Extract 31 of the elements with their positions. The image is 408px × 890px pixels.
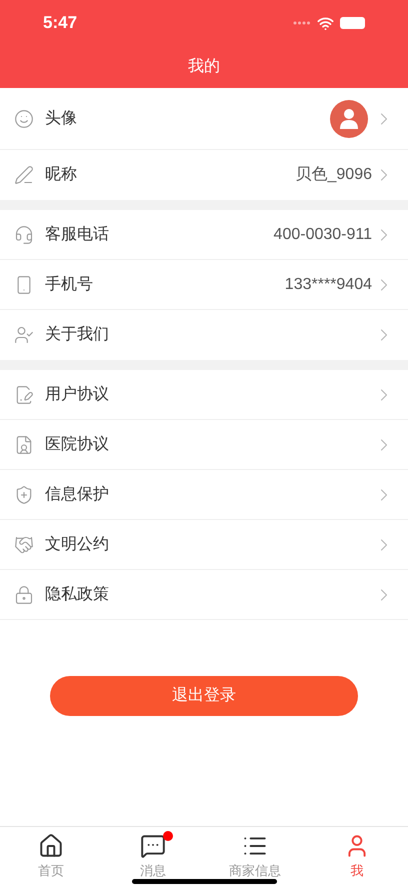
- avatar: [330, 100, 368, 138]
- row-label: 医院协议: [45, 434, 109, 454]
- signal-icon: [293, 21, 311, 25]
- pencil-icon: [14, 165, 34, 185]
- chat-icon: [140, 833, 166, 859]
- row-label: 客服电话: [45, 224, 109, 244]
- row-value: 贝色_9096: [296, 165, 372, 185]
- wifi-icon: [317, 14, 334, 32]
- row-label: 关于我们: [45, 324, 109, 345]
- row-value: 400-0030-911: [274, 224, 372, 244]
- person-icon: [14, 325, 34, 345]
- status-time: 5:47: [43, 12, 78, 34]
- handshake-icon: [14, 534, 34, 554]
- row-label: 头像: [45, 108, 77, 128]
- row-value: 133****9404: [284, 274, 372, 294]
- home-icon: [38, 833, 64, 859]
- document-icon: [14, 434, 34, 454]
- smiley-icon: [14, 108, 34, 128]
- row-label: 隐私政策: [45, 584, 109, 604]
- row-label: 信息保护: [45, 484, 109, 504]
- page-title: 我的: [188, 56, 220, 77]
- row-label: 用户协议: [45, 384, 109, 404]
- lock-icon: [14, 584, 34, 604]
- tab[interactable]: 我: [306, 827, 408, 890]
- row-label: 手机号: [45, 274, 93, 294]
- row-label: 文明公约: [45, 534, 109, 554]
- shield-icon: [14, 484, 34, 504]
- row-label: 昵称: [45, 165, 77, 185]
- battery-icon: [340, 17, 365, 29]
- headset-icon: [14, 224, 34, 244]
- document-icon: [14, 384, 34, 404]
